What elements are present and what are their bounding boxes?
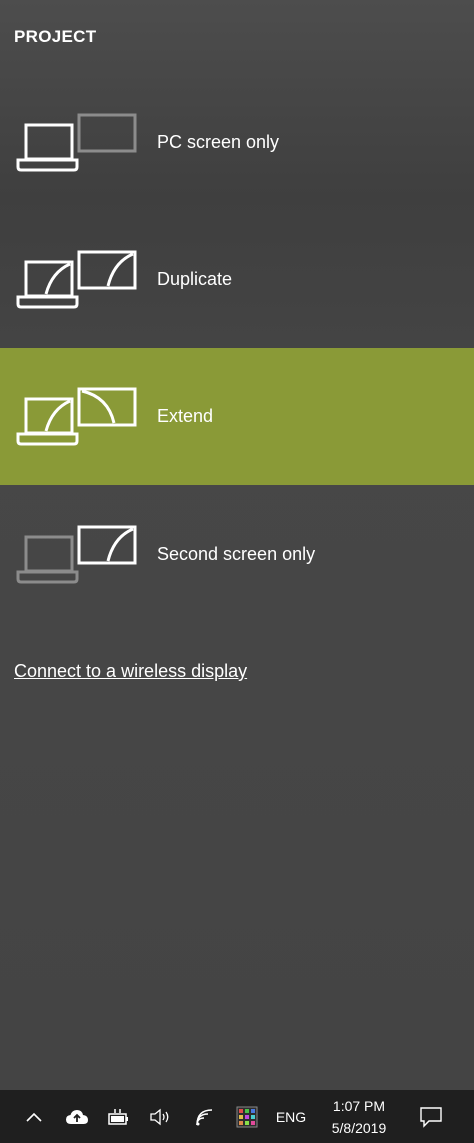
volume-button[interactable] bbox=[146, 1090, 176, 1143]
network-button[interactable] bbox=[190, 1090, 220, 1143]
chevron-up-icon bbox=[26, 1112, 42, 1122]
option-label: Extend bbox=[157, 406, 214, 426]
option-extend[interactable]: Extend bbox=[0, 348, 474, 485]
extend-icon bbox=[16, 387, 137, 446]
connect-wireless-display-link[interactable]: Connect to a wireless display bbox=[14, 661, 247, 682]
action-center-button[interactable] bbox=[414, 1090, 448, 1143]
project-panel: PROJECT PC screen only Duplicate Extend … bbox=[0, 0, 474, 1090]
option-second-screen-only[interactable]: Second screen only bbox=[0, 486, 474, 623]
clock[interactable]: 1:07 PM 5/8/2019 bbox=[322, 1095, 396, 1139]
option-duplicate[interactable]: Duplicate bbox=[0, 211, 474, 348]
volume-icon bbox=[150, 1108, 169, 1125]
pc-screen-only-icon bbox=[16, 113, 137, 172]
show-hidden-icons-button[interactable] bbox=[20, 1090, 48, 1143]
option-pc-screen-only[interactable]: PC screen only bbox=[0, 74, 474, 211]
panel-title: PROJECT bbox=[14, 27, 97, 46]
option-label: PC screen only bbox=[157, 132, 280, 152]
app-tray-button[interactable] bbox=[233, 1090, 261, 1143]
app-tray-icon bbox=[236, 1106, 258, 1127]
input-language-indicator[interactable]: ENG bbox=[272, 1090, 310, 1143]
battery-icon bbox=[108, 1108, 128, 1125]
duplicate-icon bbox=[16, 250, 137, 309]
notification-icon bbox=[420, 1106, 442, 1128]
option-label: Duplicate bbox=[157, 269, 233, 289]
clock-time: 1:07 PM bbox=[332, 1098, 386, 1114]
cloud-upload-icon bbox=[66, 1109, 88, 1124]
cloud-sync-button[interactable] bbox=[62, 1090, 92, 1143]
second-screen-only-icon bbox=[16, 525, 137, 584]
wifi-icon bbox=[196, 1108, 213, 1125]
taskbar: ENG 1:07 PM 5/8/2019 bbox=[0, 1090, 474, 1143]
clock-date: 5/8/2019 bbox=[331, 1120, 387, 1136]
battery-button[interactable] bbox=[104, 1090, 134, 1143]
option-label: Second screen only bbox=[157, 544, 316, 564]
